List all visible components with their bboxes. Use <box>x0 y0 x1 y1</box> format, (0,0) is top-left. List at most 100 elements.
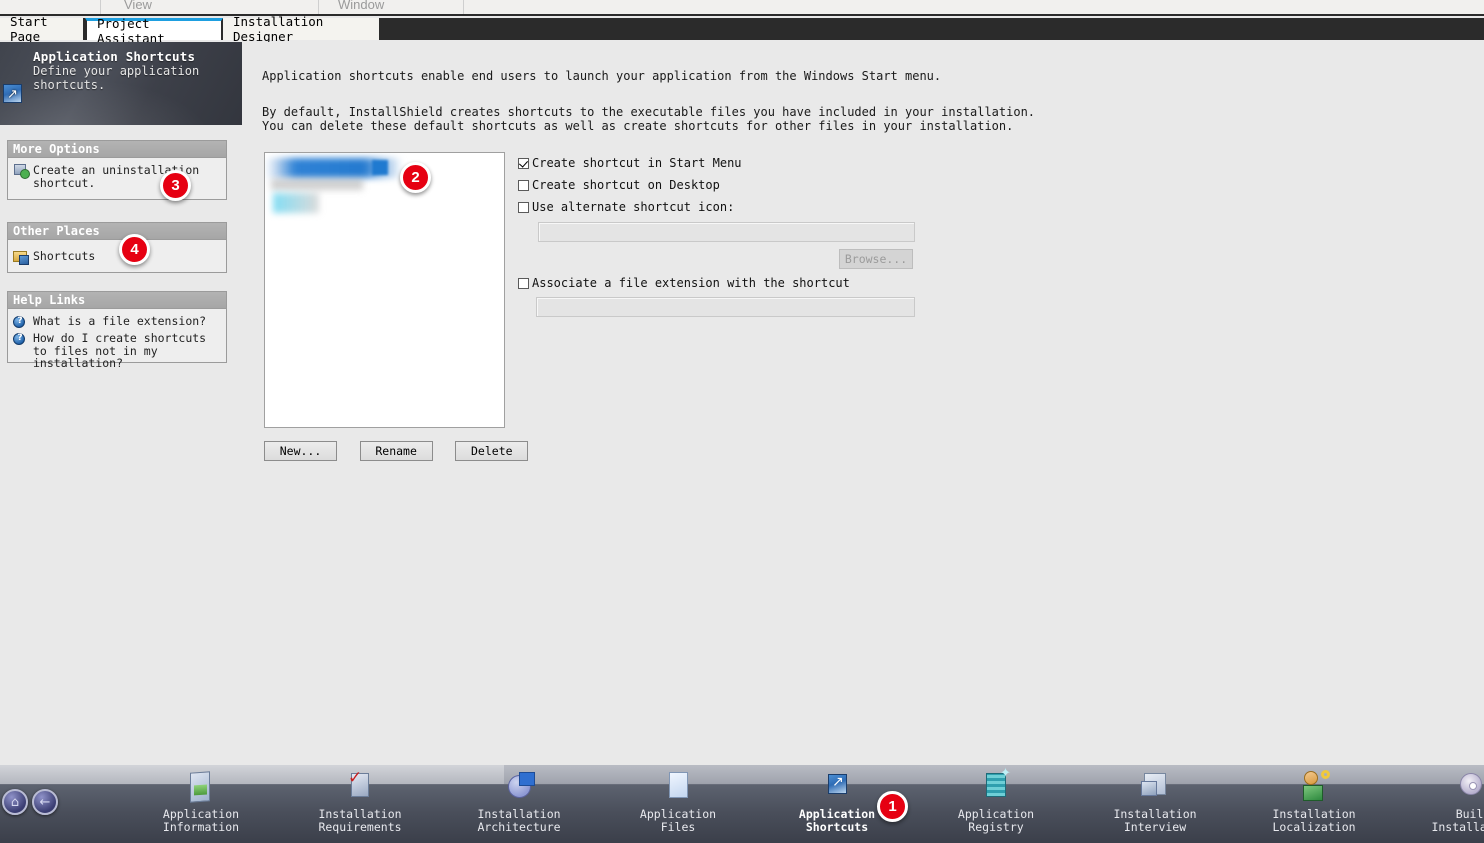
nav-installation-interview[interactable]: Installation Interview <box>1080 771 1230 834</box>
checkbox-label: Use alternate shortcut icon: <box>532 200 735 214</box>
application-registry-icon <box>979 767 1013 805</box>
nav-label-line2: Files <box>660 820 696 834</box>
menu-item-view[interactable]: View <box>124 0 152 12</box>
tab-bar: Start Page Project Assistant Installatio… <box>0 14 1484 46</box>
installation-interview-icon <box>1138 771 1172 805</box>
nav-label-line2: Interview <box>1123 820 1187 834</box>
shortcut-list[interactable] <box>264 152 505 428</box>
panel-more-options: More Options Create an uninstallation sh… <box>7 140 227 200</box>
installation-architecture-icon <box>502 771 536 805</box>
delete-button[interactable]: Delete <box>455 441 529 461</box>
annotation-badge-2: 2 <box>400 162 431 193</box>
tab-project-assistant[interactable]: Project Assistant <box>85 16 223 46</box>
help-link-what-is-a-file-extension[interactable]: ? What is a file extension? <box>13 315 221 329</box>
new-button[interactable]: New... <box>264 441 337 461</box>
help-link-label: How do I create shortcuts to files not i… <box>33 331 207 370</box>
nav-label-line1: Installation <box>1113 807 1197 821</box>
alternate-icon-path-input[interactable] <box>538 222 915 242</box>
intro-paragraph-2: By default, InstallShield creates shortc… <box>262 105 1036 133</box>
tab-installation-designer[interactable]: Installation Designer <box>223 14 381 44</box>
sidebar-item-label: Shortcuts <box>33 249 96 263</box>
associate-extension-option: Associate a file extension with the shor… <box>518 276 850 298</box>
checkbox-box[interactable] <box>518 277 529 289</box>
list-action-buttons: New... Rename Delete <box>264 440 541 461</box>
back-arrow-icon[interactable]: ← <box>32 789 58 815</box>
page-banner: Application Shortcuts Define your applic… <box>0 42 242 125</box>
list-item[interactable] <box>271 179 363 190</box>
sidebar: More Options Create an uninstallation sh… <box>0 125 242 765</box>
page-subtitle: Define your application shortcuts. <box>33 64 200 92</box>
nav-build-installation[interactable]: BuildInstallation <box>1398 771 1484 834</box>
browse-button[interactable]: Browse... <box>839 249 913 269</box>
nav-installation-architecture[interactable]: Installation Architecture <box>444 771 594 834</box>
nav-installation-requirements[interactable]: InstallationRequirements <box>285 771 435 834</box>
panel-header-help-links: Help Links <box>8 292 226 309</box>
annotation-badge-4: 4 <box>119 234 150 265</box>
nav-label-line2: Architecture <box>477 820 561 834</box>
annotation-badge-3: 3 <box>160 170 191 201</box>
nav-label-line2: Installation <box>1431 820 1484 834</box>
nav-label-line1: Application <box>957 807 1035 821</box>
panel-header-more-options: More Options <box>8 141 226 158</box>
panel-help-links: Help Links ? What is a file extension? ?… <box>7 291 227 369</box>
list-item[interactable] <box>273 193 319 213</box>
checkbox-use-alternate-icon[interactable]: Use alternate shortcut icon: <box>518 200 742 214</box>
folder-shortcut-icon <box>13 250 29 265</box>
nav-label-line1: Installation <box>477 807 561 821</box>
nav-label-line2: Localization <box>1272 820 1356 834</box>
help-link-label: What is a file extension? <box>33 314 207 328</box>
checkbox-associate-file-extension[interactable]: Associate a file extension with the shor… <box>518 276 850 290</box>
nav-label-line1: Application <box>162 807 240 821</box>
checkbox-box[interactable] <box>518 179 529 191</box>
checkbox-create-shortcut-desktop[interactable]: Create shortcut on Desktop <box>518 178 742 192</box>
nav-label-line1: Installation <box>318 807 402 821</box>
panel-other-places: Other Places Shortcuts <box>7 222 227 273</box>
menu-separator <box>463 0 464 14</box>
file-extension-input[interactable] <box>536 297 915 317</box>
app-information-icon <box>184 771 218 805</box>
rename-button[interactable]: Rename <box>359 441 433 461</box>
nav-installation-localization[interactable]: Installation Localization <box>1239 770 1389 834</box>
nav-label-line2: Information <box>162 820 240 834</box>
checkbox-label: Create shortcut on Desktop <box>532 178 720 192</box>
nav-label-line1: Installation <box>1272 807 1356 821</box>
tab-start-page[interactable]: Start Page <box>0 14 85 44</box>
nav-label-line1: Application <box>639 807 717 821</box>
annotation-badge-1: 1 <box>877 791 908 822</box>
page-title: Application Shortcuts <box>33 49 196 64</box>
menu-item-window[interactable]: Window <box>338 0 384 12</box>
nav-application-information[interactable]: Application Information <box>126 771 276 834</box>
nav-label-line2: Requirements <box>318 820 402 834</box>
intro-paragraph-1: Application shortcuts enable end users t… <box>262 69 942 83</box>
main-content: Application shortcuts enable end users t… <box>242 42 1484 765</box>
installation-requirements-icon <box>343 771 377 805</box>
application-files-icon <box>661 771 695 805</box>
shortcut-options: Create shortcut in Start Menu Create sho… <box>518 156 742 222</box>
checkbox-label: Create shortcut in Start Menu <box>532 156 742 170</box>
checkbox-label: Associate a file extension with the shor… <box>532 276 850 290</box>
nav-label-line2: Registry <box>968 820 1024 834</box>
nav-label-line2: Shortcuts <box>805 820 869 834</box>
help-question-icon: ? <box>13 315 29 329</box>
sidebar-item-shortcuts[interactable]: Shortcuts <box>13 249 221 265</box>
bottom-navigation-bar: ⌂ ← ApplicationInformation InstallationR… <box>0 765 1484 843</box>
build-installation-icon <box>1456 771 1484 805</box>
installshield-project-assistant-window: View Window Start Page Project Assistant… <box>0 0 1484 843</box>
checkbox-create-shortcut-start-menu[interactable]: Create shortcut in Start Menu <box>518 156 742 170</box>
menu-bar: View Window <box>0 0 1484 16</box>
checkbox-box[interactable] <box>518 201 529 213</box>
menu-separator <box>100 0 101 14</box>
application-shortcuts-icon: ↗ <box>820 771 854 805</box>
menu-separator <box>318 0 319 14</box>
nav-label-line1: Application <box>798 807 876 821</box>
nav-application-files[interactable]: Application Files <box>603 771 753 834</box>
nav-application-registry[interactable]: ApplicationRegistry <box>921 767 1071 834</box>
panel-header-other-places: Other Places <box>8 223 226 240</box>
list-item-selection <box>372 160 388 175</box>
checkbox-box[interactable] <box>518 157 529 169</box>
installation-localization-icon <box>1297 770 1331 805</box>
help-link-create-shortcuts-to-files[interactable]: ? How do I create shortcuts to files not… <box>13 332 221 370</box>
uninstall-shortcut-icon <box>13 164 30 179</box>
nav-label-line1: Build <box>1455 807 1484 821</box>
home-icon[interactable]: ⌂ <box>2 789 28 815</box>
